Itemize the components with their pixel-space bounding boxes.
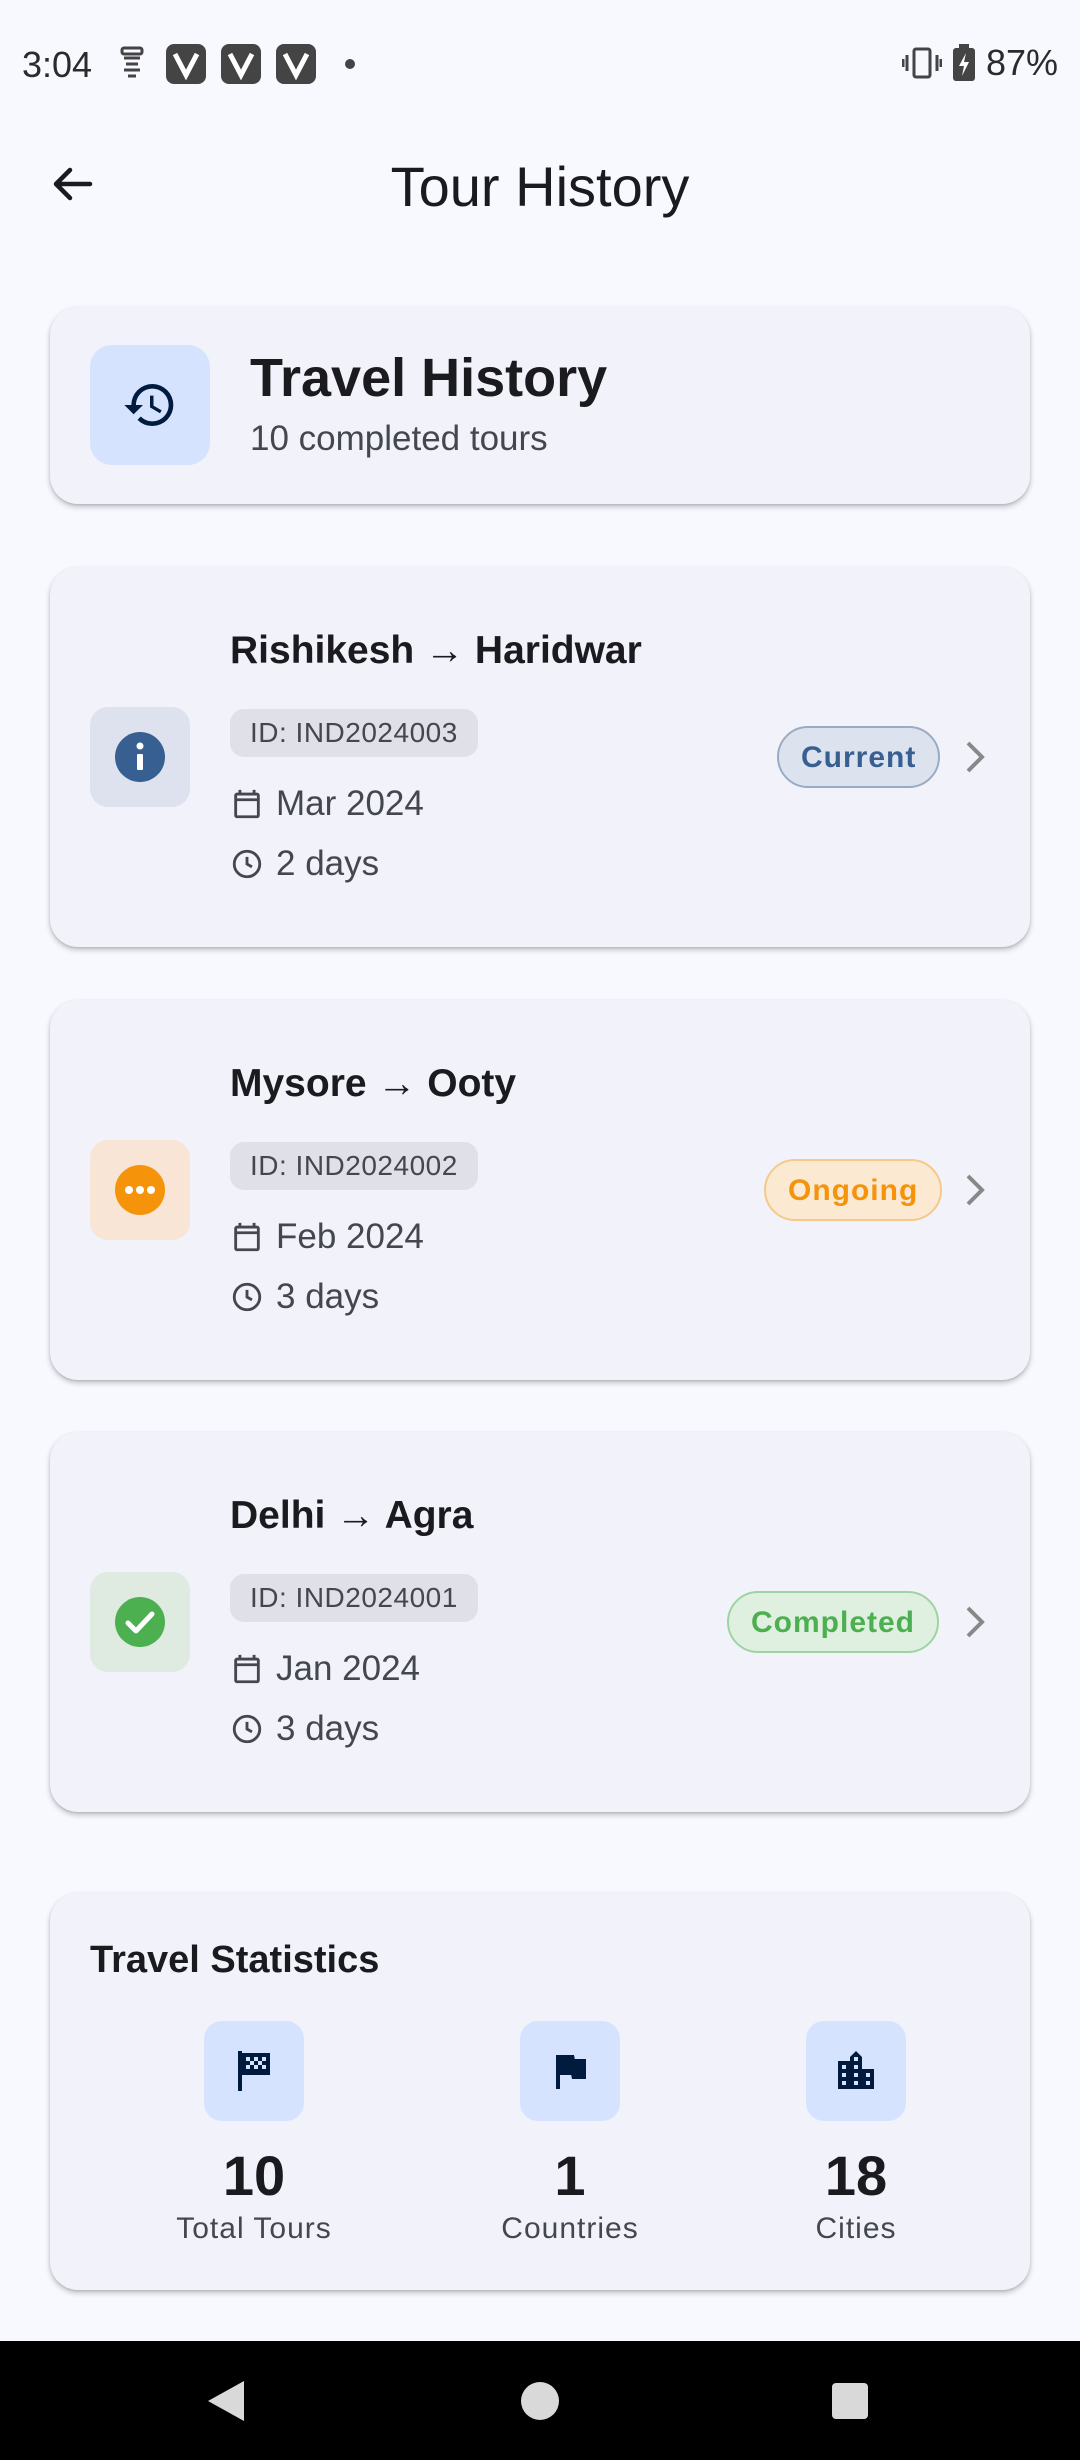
status-badge: Completed xyxy=(727,1591,940,1653)
tour-date-row: Mar 2024 xyxy=(230,784,424,824)
status-icon-container xyxy=(90,707,190,807)
stat-countries: 1 Countries xyxy=(470,2021,670,2246)
clock-icon xyxy=(232,1714,262,1744)
stat-value: 18 xyxy=(824,2144,888,2207)
stat-total-tours: 10 Total Tours xyxy=(154,2021,354,2246)
travel-statistics-card: Travel Statistics 10 Total Tours 1 Count… xyxy=(50,1893,1030,2290)
battery-charging-icon xyxy=(952,44,975,81)
status-icon-container xyxy=(90,1140,190,1240)
calendar-icon xyxy=(234,1222,260,1252)
summary-title: Travel History xyxy=(250,348,608,408)
stat-icon-container xyxy=(204,2021,304,2121)
nav-recents-button[interactable] xyxy=(820,2371,880,2431)
tour-card[interactable]: Delhi → Agra ID: IND2024001 Jan 2024 3 d… xyxy=(50,1432,1030,1812)
nav-home-icon xyxy=(521,2382,559,2420)
tour-date-row: Feb 2024 xyxy=(230,1217,424,1257)
chevron-right-icon xyxy=(950,1165,1000,1215)
stat-label: Cities xyxy=(815,2212,897,2245)
tour-route: Mysore → Ooty xyxy=(230,1062,517,1105)
nav-back-button[interactable] xyxy=(196,2371,256,2431)
tour-date-row: Jan 2024 xyxy=(230,1649,420,1689)
calendar-icon xyxy=(234,1654,260,1684)
history-icon-container xyxy=(90,345,210,465)
nav-back-icon xyxy=(208,2381,244,2421)
tour-id-chip: ID: IND2024003 xyxy=(230,709,478,757)
summary-subtitle: 10 completed tours xyxy=(250,419,548,458)
chevron-right-icon xyxy=(950,1597,1000,1647)
tour-duration: 3 days xyxy=(276,1709,380,1748)
status-bar: 3:04 87% xyxy=(0,0,1080,130)
status-icon-container xyxy=(90,1572,190,1672)
stat-value: 10 xyxy=(222,2144,286,2207)
notification-icon xyxy=(120,46,144,78)
stat-icon-container xyxy=(806,2021,906,2121)
tour-flag-icon xyxy=(238,2051,270,2091)
app-bar: Tour History xyxy=(0,130,1080,240)
stat-label: Countries xyxy=(501,2212,639,2245)
calendar-icon xyxy=(234,789,260,819)
tour-duration: 3 days xyxy=(276,1277,380,1316)
clock-icon xyxy=(232,1282,262,1312)
stat-label: Total Tours xyxy=(176,2212,332,2245)
tour-id-chip: ID: IND2024002 xyxy=(230,1142,478,1190)
tour-route: Delhi → Agra xyxy=(230,1494,474,1537)
chevron-right-icon xyxy=(950,732,1000,782)
clock-icon xyxy=(232,849,262,879)
v-app-icon xyxy=(221,44,261,84)
v-app-icon xyxy=(166,44,206,84)
tour-date: Feb 2024 xyxy=(276,1217,424,1256)
stat-cities: 18 Cities xyxy=(756,2021,956,2246)
tour-duration-row: 3 days xyxy=(230,1709,379,1749)
vibrate-icon xyxy=(901,47,942,79)
tour-date: Mar 2024 xyxy=(276,784,424,823)
tour-date: Jan 2024 xyxy=(276,1649,421,1688)
system-navigation-bar xyxy=(0,2341,1080,2460)
page-title: Tour History xyxy=(390,155,690,218)
tour-duration-row: 3 days xyxy=(230,1277,379,1317)
info-icon xyxy=(115,732,165,782)
nav-home-button[interactable] xyxy=(510,2371,570,2431)
tour-route: Rishikesh → Haridwar xyxy=(230,629,642,672)
tour-card[interactable]: Rishikesh → Haridwar ID: IND2024003 Mar … xyxy=(50,567,1030,947)
dot-icon xyxy=(345,59,355,69)
tour-card[interactable]: Mysore → Ooty ID: IND2024002 Feb 2024 3 … xyxy=(50,1000,1030,1380)
v-app-icon xyxy=(276,44,316,84)
battery-percent: 87% xyxy=(985,42,1058,83)
travel-history-summary-card: Travel History 10 completed tours xyxy=(50,307,1030,504)
stat-icon-container xyxy=(520,2021,620,2121)
stats-title: Travel Statistics xyxy=(90,1939,380,1981)
status-badge: Ongoing xyxy=(764,1159,943,1221)
status-time: 3:04 xyxy=(22,44,93,85)
status-badge: Current xyxy=(777,726,941,788)
history-icon xyxy=(124,384,174,427)
stat-value: 1 xyxy=(554,2144,586,2207)
city-icon xyxy=(838,2051,874,2089)
status-right: 87% xyxy=(901,42,1058,84)
flag-icon xyxy=(556,2055,586,2089)
tour-duration: 2 days xyxy=(276,844,380,883)
check-circle-icon xyxy=(115,1597,165,1647)
tour-id-chip: ID: IND2024001 xyxy=(230,1574,478,1622)
nav-recents-icon xyxy=(832,2383,868,2419)
tour-duration-row: 2 days xyxy=(230,844,379,884)
more-horiz-icon xyxy=(115,1165,165,1215)
